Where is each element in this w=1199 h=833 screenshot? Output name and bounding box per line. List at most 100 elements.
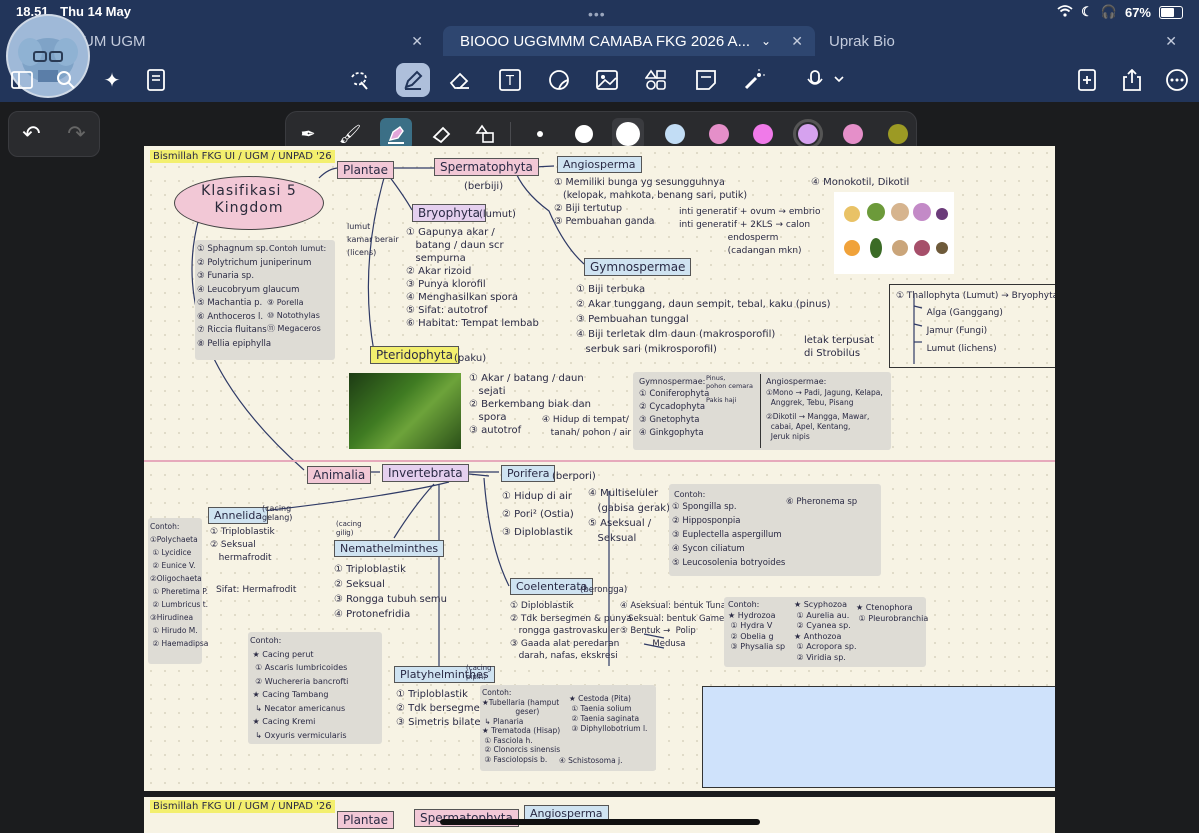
- moon-icon: ☾: [1081, 4, 1093, 19]
- gymno-box: ① Coniferophyta ② Cycadophyta ③ Gnetophy…: [639, 389, 710, 438]
- angio-box-title: Angiospermae:: [766, 377, 827, 386]
- eraser-icon[interactable]: [444, 64, 476, 96]
- sticker-icon[interactable]: [543, 64, 575, 96]
- lasso-icon[interactable]: [343, 64, 375, 96]
- bryophyta-box: Bryophyta: [412, 204, 486, 222]
- platy-note: (cacing pipih): [466, 664, 492, 681]
- thallophyta: ① Thallophyta (Lumut) → Bryophyta: [896, 291, 1055, 301]
- porifera-ex: ① Spongilla sp. ② Hipposponpia ③ Euplect…: [672, 502, 786, 568]
- tab-um-ugm[interactable]: UM UGM ✕: [75, 26, 435, 56]
- multitask-dots-icon[interactable]: •••: [588, 6, 606, 22]
- laser-icon[interactable]: [738, 64, 770, 96]
- annelida-note: (cacing gelang): [262, 504, 293, 522]
- image-icon[interactable]: [591, 64, 623, 96]
- gymno-points: ① Biji terbuka ② Akar tunggang, daun sem…: [576, 284, 831, 355]
- coel-note: (berongga): [580, 585, 628, 595]
- gymno-box-title: Gymnospermae:: [639, 377, 706, 386]
- battery-icon: [1159, 5, 1183, 19]
- fern-photo: [349, 373, 461, 449]
- coel-examples2: ★ Scyphozoa ① Aurelia au. ② Cyanea sp. ★…: [794, 600, 857, 662]
- tab-biooo[interactable]: BIOOO UGGMMM CAMABA FKG 2026 A... ⌄ ✕: [443, 26, 815, 56]
- schistosoma: ④ Schistosoma j.: [559, 756, 623, 765]
- shapes-icon[interactable]: [640, 64, 672, 96]
- close-tab-icon[interactable]: ✕: [1165, 33, 1177, 50]
- sidebar-icon[interactable]: [6, 64, 38, 96]
- pen-icon[interactable]: [396, 63, 430, 97]
- color-swatch[interactable]: [888, 124, 908, 144]
- platy-points: ① Triploblastik ② Tdk bersegmen ③ Simetr…: [396, 689, 494, 728]
- home-indicator[interactable]: [440, 819, 760, 825]
- spermatophyta-box: Spermatophyta: [434, 158, 539, 176]
- animalia-box: Animalia: [307, 466, 372, 484]
- note-icon[interactable]: [690, 64, 722, 96]
- pteri-4: ④ Hidup di tempat/ tanah/ pohon / air: [542, 415, 632, 438]
- textbox-icon[interactable]: T: [494, 64, 526, 96]
- page-header: Bismillah FKG UI / UGM / UNPAD '26: [150, 800, 335, 813]
- angio-box-mono: ①Mono → Padi, Jagung, Kelapa, Anggrek, T…: [766, 388, 883, 407]
- tab-label: UM UGM: [83, 32, 146, 50]
- angiosperma-box: Angiosperma: [557, 156, 642, 173]
- annelida-examples: Contoh: ①Polychaeta ① Lycidice ② Eunice …: [150, 522, 209, 648]
- coel-examples3: ★ Ctenophora ① Pleurobranchia: [856, 603, 929, 623]
- annelida-box: Annelida: [208, 507, 269, 524]
- color-swatch[interactable]: [709, 124, 729, 144]
- coel-points2: ④ Aseksual: bentuk Tunas Seksual: bentuk…: [620, 601, 731, 649]
- annelida-points: ① Triploblastik ② Seksual hermafrodit: [210, 527, 275, 563]
- bryo-points: ① Gapunya akar / batang / daun scr sempu…: [406, 227, 539, 329]
- search-icon[interactable]: [50, 64, 82, 96]
- porifera-box: Porifera: [501, 465, 556, 482]
- chevron-down-icon[interactable]: ⌄: [761, 34, 771, 48]
- status-date: Thu 14 May: [60, 4, 131, 19]
- berbiji-note: (berbiji): [464, 181, 504, 192]
- porifera-note: (berpori): [552, 471, 596, 482]
- note-page[interactable]: Bismillah FKG UI / UGM / UNPAD '26 Klasi…: [144, 146, 1055, 791]
- angio-box-di: ②Dikotil → Mangga, Mawar, cabai, Apel, K…: [766, 412, 870, 441]
- platy-examples2: ★ Cestoda (Pita) ① Taenia solium ② Taeni…: [569, 694, 648, 733]
- page-header: Bismillah FKG UI / UGM / UNPAD '26: [150, 150, 335, 163]
- bryo-lumut: (lumut): [479, 209, 516, 220]
- tab-uprak-bio[interactable]: Uprak Bio ✕: [829, 26, 1189, 56]
- plantae-box: Plantae: [337, 811, 394, 829]
- color-swatch[interactable]: [665, 124, 685, 144]
- platy-examples: Contoh: ★Tubellaria (hamput geser) ↳ Pla…: [482, 688, 561, 764]
- lumut-label: lumut kamar berair (licens): [347, 222, 399, 257]
- coel-points: ① Diploblastik ② Tdk bersegmen & punya r…: [510, 601, 632, 661]
- paku-note: (paku): [454, 353, 487, 364]
- svg-text:T: T: [505, 74, 514, 89]
- blank-blue-panel[interactable]: [702, 686, 1055, 788]
- box-divider: [760, 374, 761, 448]
- porifera-ex2: ⑥ Pheronema sp: [786, 497, 858, 507]
- export-pages-icon[interactable]: [140, 64, 172, 96]
- porifera-points: ① Hidup di air ② Pori² (Ostia) ③ Diplobl…: [502, 491, 574, 538]
- share-icon[interactable]: [1116, 64, 1148, 96]
- hermafrodit-note: Sifat: Hermafrodit: [216, 585, 297, 595]
- color-swatch[interactable]: [793, 119, 823, 149]
- close-tab-icon[interactable]: ✕: [411, 33, 423, 50]
- color-swatch[interactable]: [843, 124, 863, 144]
- nemat-points: ① Triploblastik ② Seksual ③ Rongga tubuh…: [334, 564, 448, 620]
- pakis-note: Pakis haji: [706, 396, 737, 404]
- nemat-note: (cacing gilig): [336, 520, 362, 537]
- pteridophyta-box: Pteridophyta: [370, 346, 459, 364]
- undo-icon[interactable]: ↶: [22, 121, 40, 147]
- app-chrome: 18.51 Thu 14 May ••• ☾ 🎧 67% UM UGM ✕ BI…: [0, 0, 1199, 102]
- tab-bar: UM UGM ✕ BIOOO UGGMMM CAMABA FKG 2026 A.…: [0, 26, 1199, 58]
- more-icon[interactable]: [1161, 64, 1193, 96]
- next-page-preview[interactable]: Bismillah FKG UI / UGM / UNPAD '26 Plant…: [144, 797, 1055, 833]
- nemathelminthes-box: Nemathelminthes: [334, 540, 445, 557]
- mic-icon[interactable]: [800, 64, 850, 96]
- sparkle-icon[interactable]: ✦: [96, 64, 128, 96]
- color-swatch[interactable]: [753, 124, 773, 144]
- nemat-examples: Contoh: ★ Cacing perut ① Ascaris lumbric…: [250, 636, 349, 740]
- angio-fert: inti generatif + ovum → embrio inti gene…: [679, 207, 821, 256]
- tab-label: BIOOO UGGMMM CAMABA FKG 2026 A...: [460, 32, 751, 50]
- battery-percent: 67%: [1124, 4, 1151, 20]
- close-tab-icon[interactable]: ✕: [791, 33, 803, 50]
- tab-label: Uprak Bio: [829, 32, 895, 50]
- add-page-icon[interactable]: [1071, 64, 1103, 96]
- coel-examples: Contoh: ★ Hydrozoa ① Hydra V ② Obelia g …: [728, 600, 786, 651]
- main-toolbar: ✦ T: [0, 60, 1199, 100]
- monokotil-note: ④ Monokotil, Dikotil: [811, 177, 910, 188]
- section-divider: [144, 460, 1055, 462]
- redo-icon[interactable]: ↷: [67, 121, 85, 147]
